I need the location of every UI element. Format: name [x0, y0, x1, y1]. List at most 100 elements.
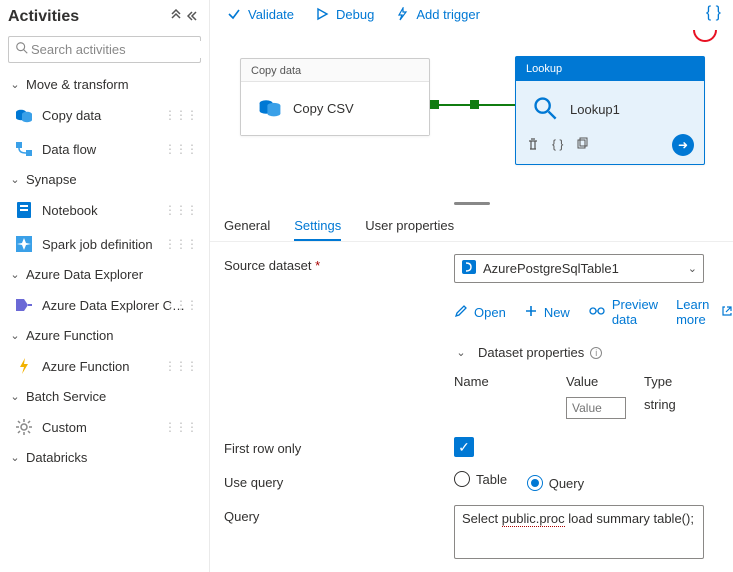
- activity-copy-data[interactable]: Copy data ⋮⋮⋮: [12, 98, 201, 132]
- group-function[interactable]: ⌄ Azure Function: [8, 322, 201, 349]
- group-batch[interactable]: ⌄ Batch Service: [8, 383, 201, 410]
- node-name: Copy CSV: [293, 101, 354, 116]
- pipeline-canvas[interactable]: Copy data Copy CSV Lookup Lookup1: [210, 32, 733, 192]
- node-type-label: Lookup: [516, 57, 704, 81]
- activity-adx-command[interactable]: Azure Data Explorer C… ⋮⋮⋮: [12, 288, 201, 322]
- lookup-icon: [532, 95, 558, 124]
- validate-button[interactable]: Validate: [226, 6, 294, 22]
- plus-icon: [524, 304, 538, 321]
- external-link-icon: [721, 305, 733, 320]
- group-adx[interactable]: ⌄ Azure Data Explorer: [8, 261, 201, 288]
- trigger-icon: [394, 6, 410, 22]
- play-icon: [314, 6, 330, 22]
- activity-azure-function[interactable]: Azure Function ⋮⋮⋮: [12, 349, 201, 383]
- source-dataset-label: Source dataset: [224, 258, 311, 273]
- use-query-radio-table[interactable]: Table: [454, 471, 507, 487]
- required-asterisk: *: [315, 258, 320, 273]
- dataset-prop-value-input[interactable]: [566, 397, 626, 419]
- radio-circle-icon: [454, 471, 470, 487]
- drag-handle-icon: ⋮⋮⋮: [164, 203, 197, 217]
- drag-handle-icon: ⋮⋮⋮: [164, 359, 197, 373]
- preview-data-link[interactable]: Preview data: [588, 297, 658, 327]
- node-name: Lookup1: [570, 102, 620, 117]
- group-synapse[interactable]: ⌄ Synapse: [8, 166, 201, 193]
- open-dataset-link[interactable]: Open: [454, 304, 506, 321]
- success-connector[interactable]: [432, 104, 517, 106]
- node-type-label: Copy data: [241, 59, 429, 81]
- run-step-button[interactable]: ➜: [672, 134, 694, 156]
- chevron-down-icon: ⌄: [8, 390, 22, 403]
- source-dataset-dropdown[interactable]: AzurePostgreSqlTable1 ⌄: [454, 254, 704, 283]
- copy-data-icon: [14, 105, 34, 125]
- first-row-only-checkbox[interactable]: ✓: [454, 437, 474, 457]
- copy-data-node[interactable]: Copy data Copy CSV: [240, 58, 430, 136]
- use-query-label: Use query: [224, 471, 444, 490]
- col-name: Name: [454, 374, 558, 389]
- activities-panel: Activities ⌄ Move & transform Copy data …: [0, 0, 210, 572]
- chevron-down-icon: ⌄: [688, 262, 697, 275]
- drag-handle-icon: ⋮⋮⋮: [164, 142, 197, 156]
- chevron-down-icon: ⌄: [8, 451, 22, 464]
- activity-custom[interactable]: Custom ⋮⋮⋮: [12, 410, 201, 444]
- activity-notebook[interactable]: Notebook ⋮⋮⋮: [12, 193, 201, 227]
- notebook-icon: [14, 200, 34, 220]
- detail-tabs: General Settings User properties: [210, 206, 733, 242]
- chevron-down-icon: ⌄: [454, 346, 468, 359]
- chevron-down-icon: ⌄: [8, 173, 22, 186]
- search-box[interactable]: [8, 36, 201, 63]
- activity-spark-job[interactable]: Spark job definition ⋮⋮⋮: [12, 227, 201, 261]
- first-row-only-label: First row only: [224, 437, 444, 456]
- group-databricks[interactable]: ⌄ Databricks: [8, 444, 201, 471]
- group-move-transform[interactable]: ⌄ Move & transform: [8, 71, 201, 98]
- drag-handle-icon: ⋮⋮⋮: [164, 108, 197, 122]
- collapse-up-icon[interactable]: [169, 9, 183, 26]
- use-query-radio-query[interactable]: Query: [527, 475, 584, 491]
- add-trigger-button[interactable]: Add trigger: [394, 6, 480, 22]
- data-flow-icon: [14, 139, 34, 159]
- tab-user-properties[interactable]: User properties: [365, 212, 454, 241]
- panel-resize-handle[interactable]: [210, 202, 733, 206]
- drag-handle-icon: ⋮⋮⋮: [164, 420, 197, 434]
- radio-circle-selected-icon: [527, 475, 543, 491]
- learn-more-link[interactable]: Learn more: [676, 297, 733, 327]
- function-icon: [14, 356, 34, 376]
- delete-icon[interactable]: [526, 137, 540, 154]
- col-type: Type: [644, 374, 694, 389]
- custom-gear-icon: [14, 417, 34, 437]
- copy-data-icon: [257, 94, 283, 123]
- code-braces-button[interactable]: { }: [706, 4, 721, 22]
- drag-handle-icon: ⋮⋮⋮: [164, 237, 197, 251]
- postgres-icon: [461, 259, 477, 278]
- drag-handle-icon: ⋮⋮⋮: [164, 298, 197, 312]
- search-icon: [15, 41, 29, 58]
- tab-general[interactable]: General: [224, 212, 270, 241]
- pipeline-toolbar: Validate Debug Add trigger { }: [210, 0, 733, 32]
- source-dataset-value: AzurePostgreSqlTable1: [483, 261, 619, 276]
- query-textarea[interactable]: Select public.proc load summary table();: [454, 505, 704, 559]
- activities-title: Activities: [8, 8, 79, 26]
- glasses-icon: [588, 305, 606, 320]
- debug-button[interactable]: Debug: [314, 6, 374, 22]
- check-icon: [226, 6, 242, 22]
- braces-icon[interactable]: { }: [552, 137, 563, 154]
- col-value: Value: [566, 374, 636, 389]
- chevron-down-icon: ⌄: [8, 329, 22, 342]
- dataset-prop-type: string: [644, 397, 694, 419]
- search-input[interactable]: [29, 41, 209, 58]
- collapse-left-icon[interactable]: [187, 9, 201, 26]
- query-label: Query: [224, 505, 444, 524]
- activity-data-flow[interactable]: Data flow ⋮⋮⋮: [12, 132, 201, 166]
- tab-settings[interactable]: Settings: [294, 212, 341, 241]
- chevron-down-icon: ⌄: [8, 78, 22, 91]
- clone-icon[interactable]: [575, 137, 589, 154]
- new-dataset-link[interactable]: New: [524, 304, 570, 321]
- adx-icon: [14, 295, 34, 315]
- lookup-node[interactable]: Lookup Lookup1 { } ➜: [515, 56, 705, 165]
- pencil-icon: [454, 304, 468, 321]
- settings-pane: Source dataset * AzurePostgreSqlTable1 ⌄: [210, 242, 733, 559]
- dataset-properties-toggle[interactable]: ⌄ Dataset properties i: [454, 341, 733, 364]
- spark-job-icon: [14, 234, 34, 254]
- chevron-down-icon: ⌄: [8, 268, 22, 281]
- info-icon[interactable]: i: [590, 347, 602, 359]
- warning-arc-icon: [693, 30, 717, 42]
